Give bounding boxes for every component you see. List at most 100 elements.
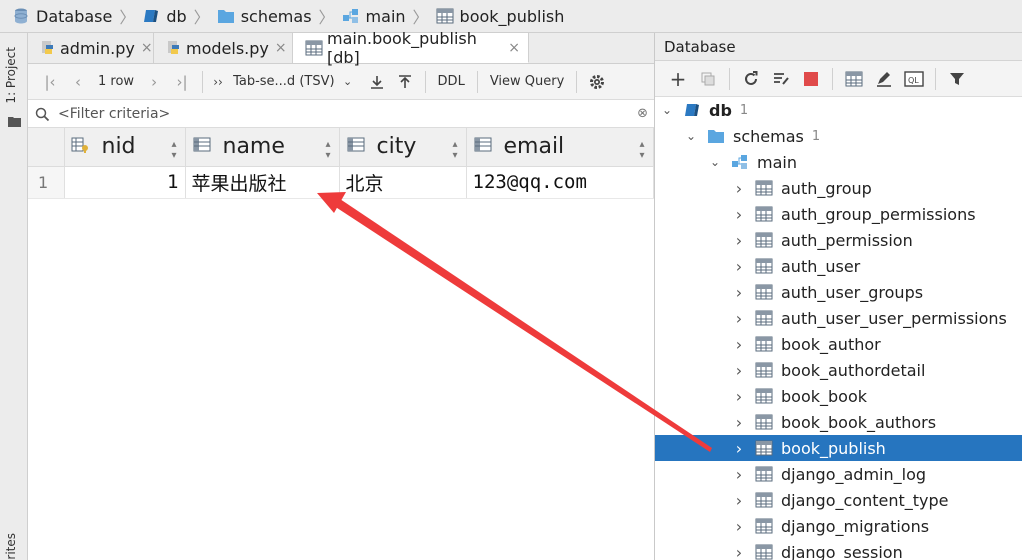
tree-item-table[interactable]: › django_migrations (655, 513, 1022, 539)
chevron-right-icon[interactable]: › (731, 491, 747, 510)
tree-item-table[interactable]: › django_session (655, 539, 1022, 560)
tree-item-label: book_authordetail (781, 360, 926, 380)
add-icon[interactable]: + (663, 65, 693, 93)
gear-icon[interactable] (583, 68, 611, 96)
chevron-right-icon[interactable]: › (731, 543, 747, 560)
breadcrumb-db[interactable]: db (142, 7, 187, 26)
chevron-down-icon[interactable]: ⌄ (683, 129, 699, 143)
sql-console-icon[interactable]: QL (899, 65, 929, 93)
next-page-icon[interactable]: › (140, 68, 168, 96)
table-row[interactable]: 1 1 苹果出版社 北京 123@qq.com (28, 166, 654, 199)
row-number: 1 (28, 166, 65, 199)
filter-bar: <Filter criteria> ⊗ (28, 100, 654, 128)
chevron-right-icon[interactable]: › (731, 179, 747, 198)
expand-icon[interactable]: ›› (209, 68, 227, 96)
column-header-email[interactable]: email ▴ ▾ (466, 128, 654, 167)
tree-item-table[interactable]: › django_admin_log (655, 461, 1022, 487)
sort-icon[interactable]: ▴ ▾ (452, 139, 457, 161)
tree-node-schemas[interactable]: ⌄ schemas 1 (655, 123, 1022, 149)
chevron-down-icon[interactable]: ⌄ (707, 155, 723, 169)
table-icon (755, 466, 773, 482)
view-query-button[interactable]: View Query (484, 74, 571, 89)
tree-item-table[interactable]: › book_author (655, 331, 1022, 357)
column-header-nid[interactable]: nid ▴ ▾ (64, 128, 186, 167)
sort-icon[interactable]: ▴ ▾ (171, 139, 176, 161)
breadcrumb-main[interactable]: main (342, 7, 406, 26)
tree-item-table[interactable]: › auth_group (655, 175, 1022, 201)
filter-input[interactable]: <Filter criteria> (58, 106, 170, 122)
sync-settings-icon[interactable] (766, 65, 796, 93)
chevron-right-icon[interactable]: › (731, 205, 747, 224)
close-icon[interactable]: × (141, 40, 153, 56)
breadcrumb-schemas[interactable]: schemas (217, 7, 312, 26)
chevron-right-icon[interactable]: › (731, 283, 747, 302)
upload-icon[interactable] (391, 68, 419, 96)
chevron-right-icon[interactable]: › (731, 439, 747, 458)
table-icon (755, 492, 773, 508)
row-number-header (28, 128, 65, 167)
stop-icon[interactable] (796, 65, 826, 93)
tree-item-table[interactable]: › book_book (655, 383, 1022, 409)
breadcrumb-separator: 〉 (119, 8, 136, 27)
tree-item-table[interactable]: › book_publish (655, 435, 1022, 461)
chevron-right-icon[interactable]: › (731, 335, 747, 354)
tree-item-table[interactable]: › auth_permission (655, 227, 1022, 253)
previous-page-icon[interactable]: ‹ (64, 68, 92, 96)
chevron-right-icon[interactable]: › (731, 387, 747, 406)
table-icon (755, 388, 773, 404)
sort-icon[interactable]: ▴ ▾ (325, 139, 330, 161)
tab-models-py[interactable]: models.py × (154, 33, 293, 63)
favorites-tool-button[interactable]: rites (4, 533, 18, 560)
cell-email[interactable]: 123@qq.com (466, 166, 654, 199)
tree-item-table[interactable]: › auth_user_user_permissions (655, 305, 1022, 331)
table-icon (305, 40, 323, 56)
edit-icon[interactable] (869, 65, 899, 93)
toolbar-separator (202, 70, 204, 93)
chevron-right-icon[interactable]: › (731, 257, 747, 276)
breadcrumb-separator: 〉 (193, 8, 210, 27)
python-file-icon (166, 40, 182, 56)
tree-node-db[interactable]: ⌄ db 1 (655, 97, 1022, 123)
first-page-icon[interactable]: |‹ (36, 68, 64, 96)
ddl-button[interactable]: DDL (432, 74, 471, 89)
tree-item-table[interactable]: › auth_group_permissions (655, 201, 1022, 227)
filter-icon[interactable] (942, 65, 972, 93)
tab-main-book-publish[interactable]: main.book_publish [db] × (293, 29, 529, 67)
project-tool-button[interactable]: 1: Project (4, 47, 18, 104)
copy-icon[interactable] (693, 65, 723, 93)
close-icon[interactable]: × (275, 40, 287, 56)
tree-node-main[interactable]: ⌄ main (655, 149, 1022, 175)
table-view-icon[interactable] (839, 65, 869, 93)
chevron-down-icon[interactable]: ⌄ (659, 103, 675, 117)
cell-city[interactable]: 北京 (339, 166, 467, 199)
chevron-right-icon[interactable]: › (731, 231, 747, 250)
tree-item-label: django_admin_log (781, 464, 927, 484)
refresh-icon[interactable] (736, 65, 766, 93)
breadcrumb-database[interactable]: Database (12, 7, 112, 26)
tree-item-table[interactable]: › django_content_type (655, 487, 1022, 513)
breadcrumb-book-publish[interactable]: book_publish (436, 7, 564, 26)
tree-item-label: django_migrations (781, 516, 930, 536)
chevron-right-icon[interactable]: › (731, 517, 747, 536)
chevron-right-icon[interactable]: › (731, 309, 747, 328)
tree-item-table[interactable]: › auth_user_groups (655, 279, 1022, 305)
breadcrumb: Database 〉 db 〉 schemas 〉 main 〉 book_pu… (0, 0, 1022, 33)
database-toolbar: + QL (655, 61, 1022, 97)
column-header-city[interactable]: city ▴ ▾ (339, 128, 467, 167)
tree-item-table[interactable]: › auth_user (655, 253, 1022, 279)
tree-item-table[interactable]: › book_authordetail (655, 357, 1022, 383)
chevron-right-icon[interactable]: › (731, 465, 747, 484)
last-page-icon[interactable]: ›| (168, 68, 196, 96)
chevron-right-icon[interactable]: › (731, 361, 747, 380)
column-header-name[interactable]: name ▴ ▾ (185, 128, 340, 167)
close-icon[interactable]: × (508, 40, 520, 56)
download-icon[interactable] (363, 68, 391, 96)
tab-admin-py[interactable]: admin.py × (28, 33, 154, 63)
clear-filter-icon[interactable]: ⊗ (637, 106, 648, 121)
tree-item-table[interactable]: › book_book_authors (655, 409, 1022, 435)
cell-nid[interactable]: 1 (64, 166, 186, 199)
sort-icon[interactable]: ▴ ▾ (639, 139, 644, 161)
chevron-right-icon[interactable]: › (731, 413, 747, 432)
export-format-dropdown[interactable]: Tab-se...d (TSV) (227, 74, 340, 89)
cell-name[interactable]: 苹果出版社 (185, 166, 340, 199)
